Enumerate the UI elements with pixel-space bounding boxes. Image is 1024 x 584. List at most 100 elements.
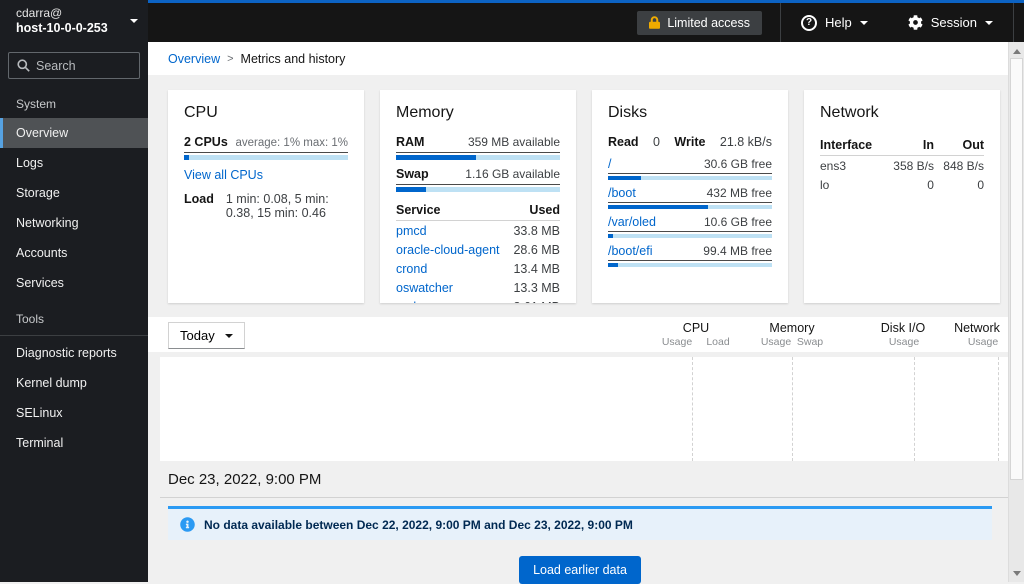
sidebar-item-kernel-dump[interactable]: Kernel dump — [0, 368, 148, 398]
scrollbar[interactable] — [1008, 42, 1024, 582]
sidebar: System Overview Logs Storage Networking … — [0, 42, 148, 582]
ram-label: RAM — [396, 135, 424, 149]
ram-usage-bar — [396, 155, 560, 160]
cpu-average-label: average: 1% max: 1% — [235, 137, 348, 149]
sidebar-item-overview[interactable]: Overview — [0, 118, 148, 148]
ram-available: 359 MB available — [468, 135, 560, 149]
nav-divider — [0, 335, 148, 336]
metrics-sub-cpu-usage: Usage — [662, 336, 692, 348]
in-column-header: In — [884, 135, 934, 156]
nav-section-system: System Overview Logs Storage Networking … — [0, 83, 148, 298]
mount-boot: /boot432 MB free — [608, 186, 772, 209]
out-column-header: Out — [934, 135, 984, 156]
sidebar-item-accounts[interactable]: Accounts — [0, 238, 148, 268]
nav-section-tools: Tools Diagnostic reports Kernel dump SEL… — [0, 298, 148, 458]
mount-usage-bar — [608, 234, 772, 238]
cpu-card-title: CPU — [184, 104, 348, 122]
metrics-sub-memory-swap: Swap — [797, 336, 823, 348]
service-link[interactable]: pmlogger — [396, 300, 448, 304]
mount-var-oled: /var/oled10.6 GB free — [608, 215, 772, 238]
session-menu[interactable]: Session — [888, 3, 1014, 42]
network-card-title: Network — [820, 104, 984, 122]
chevron-down-icon — [225, 334, 233, 338]
load-label: Load — [184, 192, 214, 220]
read-label: Read — [608, 135, 639, 149]
mount-root: /30.6 GB free — [608, 157, 772, 180]
cpu-usage-metric: 2 CPUs average: 1% max: 1% — [184, 135, 348, 160]
scroll-down-arrow-icon[interactable] — [1009, 566, 1024, 580]
service-link[interactable]: oracle-cloud-agent — [396, 243, 500, 257]
load-values: 1 min: 0.08, 5 min: 0.38, 15 min: 0.46 — [226, 192, 348, 220]
table-row: pmlogger8.61 MB — [396, 297, 560, 303]
host-switcher-label: cdarra@ host-10-0-0-253 — [16, 6, 130, 37]
divider — [160, 497, 1008, 498]
sidebar-item-logs[interactable]: Logs — [0, 148, 148, 178]
service-link[interactable]: oswatcher — [396, 281, 453, 295]
scrollbar-thumb[interactable] — [1010, 58, 1023, 480]
metrics-graph-row — [160, 357, 1008, 461]
mount-link[interactable]: /boot/efi — [608, 244, 652, 258]
column-divider — [792, 357, 793, 461]
table-row: oracle-cloud-agent28.6 MB — [396, 240, 560, 259]
alert-message: No data available between Dec 22, 2022, … — [204, 518, 633, 532]
used-column-header: Used — [509, 200, 560, 221]
host-switcher[interactable]: cdarra@ host-10-0-0-253 — [0, 0, 148, 42]
help-menu[interactable]: ? Help — [780, 3, 888, 42]
disk-io-row: Read 0 Write 21.8 kB/s — [608, 135, 772, 149]
read-value: 0 — [653, 135, 660, 149]
search-input[interactable] — [36, 59, 132, 73]
cpu-count-label: 2 CPUs — [184, 135, 228, 149]
info-icon — [180, 517, 195, 532]
help-icon: ? — [801, 15, 817, 31]
main-content: Overview > Metrics and history CPU 2 CPU… — [148, 42, 1008, 582]
masthead: cdarra@ host-10-0-0-253 Limited access ?… — [0, 0, 1024, 42]
masthead-toolbar: Limited access ? Help Session — [148, 0, 1024, 42]
disks-card: Disks Read 0 Write 21.8 kB/s /30.6 GB fr… — [592, 90, 788, 303]
limited-access-label: Limited access — [667, 16, 750, 30]
network-table: Interface In Out ens3358 B/s848 B/s lo00 — [820, 135, 984, 194]
metrics-col-cpu: CPU — [683, 321, 709, 335]
memory-service-table: Service Used pmcd33.8 MB oracle-cloud-ag… — [396, 200, 560, 303]
load-earlier-row: Load earlier data — [168, 556, 992, 584]
disks-card-title: Disks — [608, 104, 772, 122]
table-row: oswatcher13.3 MB — [396, 278, 560, 297]
write-label: Write — [674, 135, 705, 149]
metrics-sub-network-usage: Usage — [968, 336, 998, 348]
sidebar-item-terminal[interactable]: Terminal — [0, 428, 148, 458]
service-link[interactable]: crond — [396, 262, 427, 276]
view-all-cpus-link[interactable]: View all CPUs — [184, 168, 263, 182]
scroll-up-arrow-icon[interactable] — [1009, 44, 1024, 58]
cpu-usage-bar — [184, 155, 348, 160]
memory-card: Memory RAM 359 MB available Swap 1.16 GB… — [380, 90, 576, 303]
gear-icon — [908, 15, 923, 30]
interface-column-header: Interface — [820, 135, 884, 156]
metrics-sub-disk-usage: Usage — [889, 336, 919, 348]
mount-usage-bar — [608, 205, 772, 209]
sidebar-search[interactable] — [8, 52, 140, 79]
breadcrumb-overview-link[interactable]: Overview — [168, 52, 220, 66]
limited-access-button[interactable]: Limited access — [637, 11, 762, 35]
username-label: cdarra@ — [16, 6, 130, 21]
chevron-down-icon — [860, 21, 868, 25]
metrics-col-disk-io: Disk I/O — [881, 321, 925, 335]
breadcrumb-separator: > — [227, 53, 233, 65]
sidebar-item-selinux[interactable]: SELinux — [0, 398, 148, 428]
mount-link[interactable]: /var/oled — [608, 215, 656, 229]
load-earlier-data-button[interactable]: Load earlier data — [519, 556, 641, 584]
table-row: pmcd33.8 MB — [396, 221, 560, 241]
column-divider — [692, 357, 693, 461]
mount-usage-bar — [608, 176, 772, 180]
sidebar-item-networking[interactable]: Networking — [0, 208, 148, 238]
sidebar-item-services[interactable]: Services — [0, 268, 148, 298]
help-label: Help — [825, 15, 852, 30]
metrics-sub-cpu-load: Load — [706, 336, 729, 348]
swap-label: Swap — [396, 167, 429, 181]
mount-link[interactable]: /boot — [608, 186, 636, 200]
sidebar-item-storage[interactable]: Storage — [0, 178, 148, 208]
swap-available: 1.16 GB available — [465, 167, 560, 181]
service-link[interactable]: pmcd — [396, 224, 427, 238]
chevron-down-icon — [130, 19, 138, 23]
date-range-select[interactable]: Today — [168, 322, 245, 349]
mount-link[interactable]: / — [608, 157, 611, 171]
sidebar-item-diagnostic-reports[interactable]: Diagnostic reports — [0, 338, 148, 368]
